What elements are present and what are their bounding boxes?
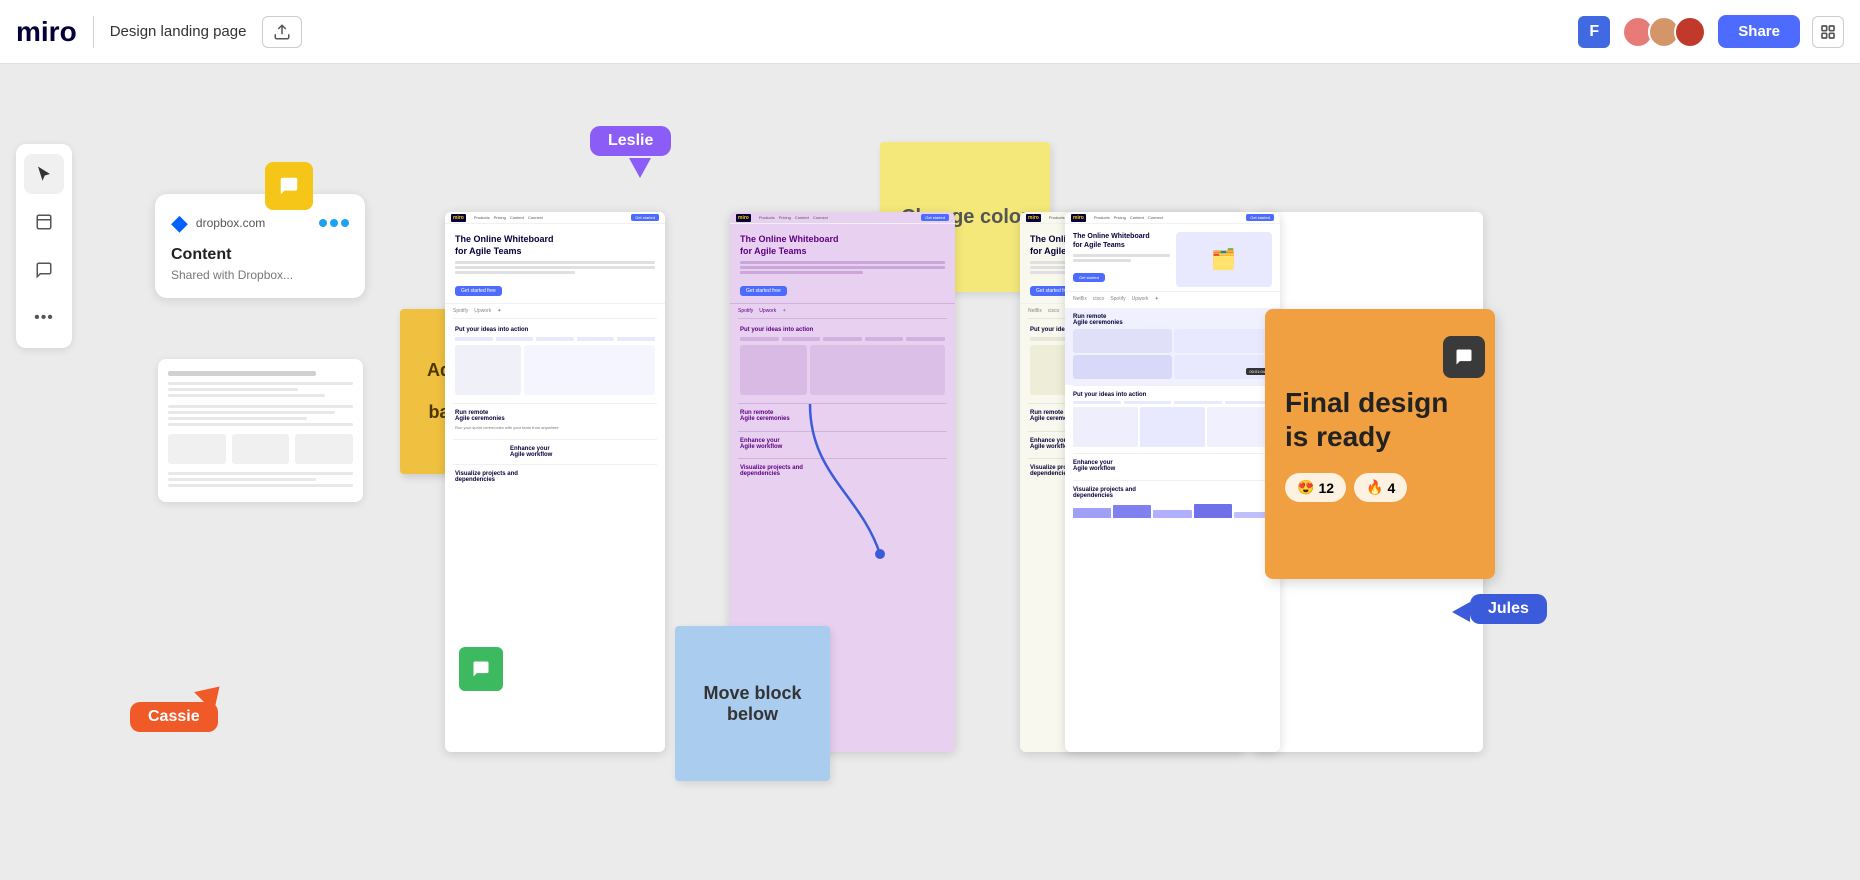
avatar-group <box>1622 16 1706 48</box>
comment-icon <box>1443 336 1485 378</box>
menu-icon[interactable] <box>1812 16 1844 48</box>
page-title: Design landing page <box>110 23 247 40</box>
webpage-mockup-4: miro Products Pricing Content Connect Ge… <box>1065 212 1280 752</box>
upload-button[interactable] <box>262 16 302 48</box>
reaction-2: 🔥 4 <box>1354 473 1407 502</box>
webpage-mockup-1: miro Products Pricing Content Connect Ge… <box>445 212 665 752</box>
emoji-icon: 😍 <box>1297 479 1314 496</box>
topbar-divider <box>93 16 94 48</box>
cassie-label-area: Cassie <box>130 702 218 732</box>
logo-area: miro <box>16 16 77 48</box>
yellow-comment-bubble <box>265 162 313 210</box>
comment-tool[interactable] <box>24 250 64 290</box>
sidebar-tools: ••• <box>16 144 72 348</box>
dropbox-logo-row: ◆ dropbox.com <box>171 210 349 236</box>
cursor-tool[interactable] <box>24 154 64 194</box>
jules-label: Jules <box>1470 594 1547 624</box>
sticky-note-tool[interactable] <box>24 202 64 242</box>
dropbox-content-title: Content <box>171 246 349 264</box>
reaction-1: 😍 12 <box>1285 473 1346 502</box>
topbar: miro Design landing page F Share <box>0 0 1860 64</box>
miro-icon: F <box>1578 16 1610 48</box>
dropbox-content-sub: Shared with Dropbox... <box>171 268 349 282</box>
leslie-cursor <box>629 158 651 178</box>
final-design-text: Final design is ready <box>1285 386 1475 453</box>
move-block-sticky: Move block below <box>675 626 830 781</box>
reaction-row: 😍 12 🔥 4 <box>1285 473 1407 502</box>
topbar-right: F Share <box>1578 15 1844 48</box>
jules-label-area: Jules <box>1470 594 1547 624</box>
avatar-3 <box>1674 16 1706 48</box>
miro-logo: miro <box>16 16 77 48</box>
jules-cursor <box>1452 602 1470 622</box>
leslie-label-area: Leslie <box>590 126 671 156</box>
share-button[interactable]: Share <box>1718 15 1800 48</box>
cassie-label: Cassie <box>130 702 218 732</box>
canvas[interactable]: ••• ◆ dropbox.com Content Shared with Dr… <box>0 64 1860 880</box>
final-design-sticky: Final design is ready 😍 12 🔥 4 <box>1265 309 1495 579</box>
dropbox-icon: ◆ <box>171 210 188 236</box>
wireframe-card <box>158 359 363 502</box>
dropbox-url: dropbox.com <box>196 216 265 230</box>
green-sticky-small <box>459 647 503 691</box>
reaction-count-2: 4 <box>1387 480 1395 496</box>
reaction-count-1: 12 <box>1318 480 1334 496</box>
leslie-label: Leslie <box>590 126 671 156</box>
fire-icon: 🔥 <box>1366 479 1383 496</box>
dropbox-card: ◆ dropbox.com Content Shared with Dropbo… <box>155 194 365 298</box>
more-tools[interactable]: ••• <box>24 298 64 338</box>
